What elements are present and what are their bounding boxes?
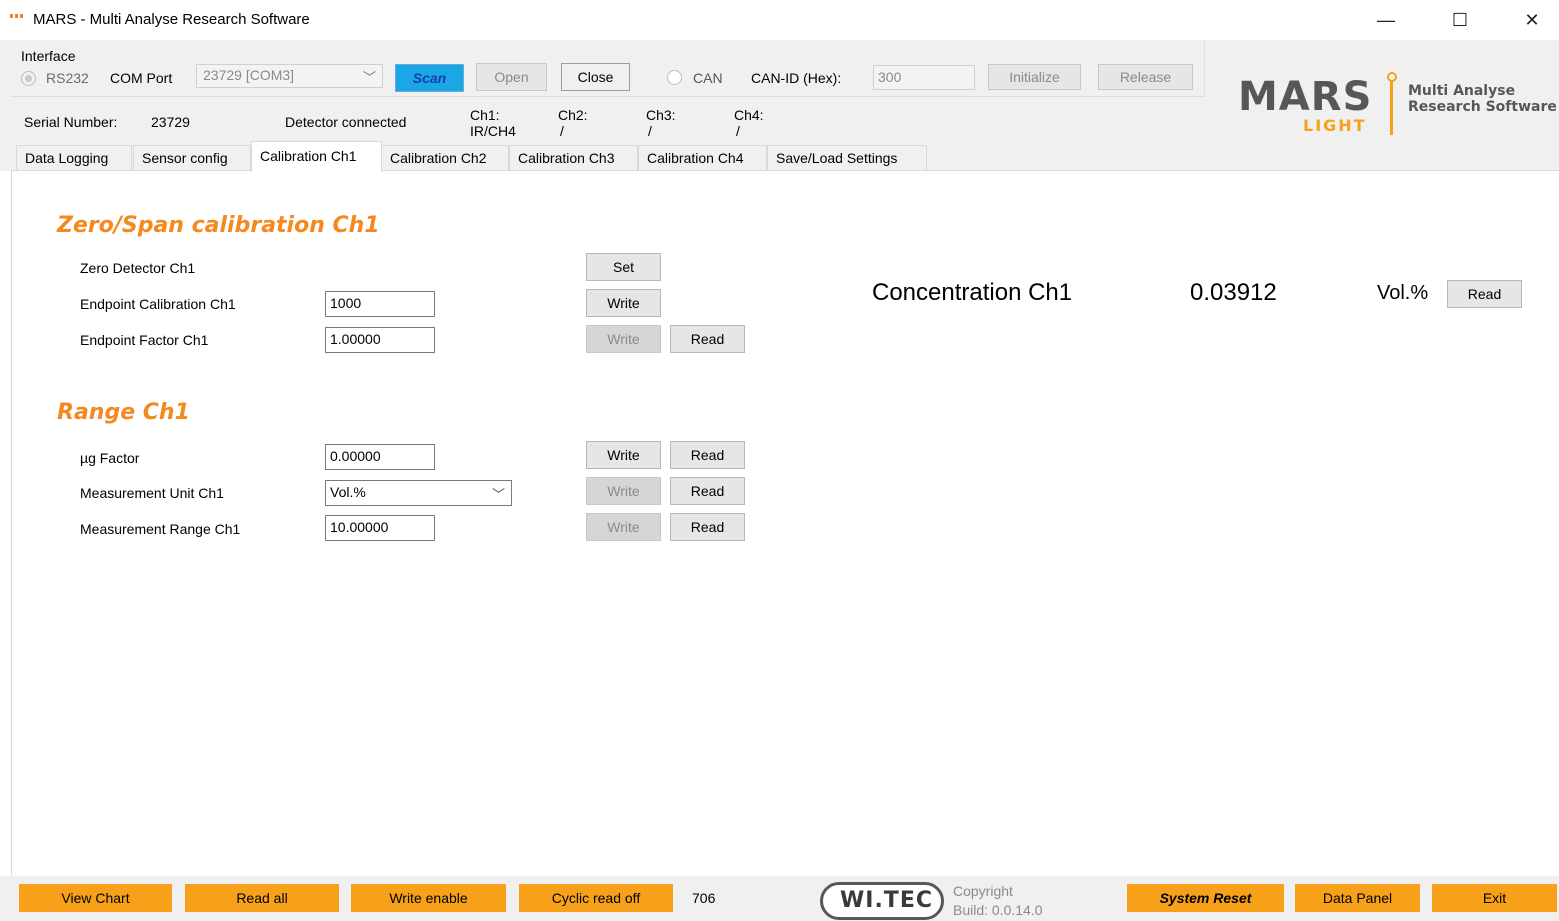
minimize-icon[interactable]: —: [1363, 0, 1409, 40]
endpoint-calibration-write-button[interactable]: Write: [586, 289, 661, 317]
com-port-label: COM Port: [110, 70, 173, 86]
tab-calibration-ch3[interactable]: Calibration Ch3: [509, 145, 638, 171]
zero-detector-label: Zero Detector Ch1: [80, 260, 196, 276]
logo-pin-icon: [1387, 72, 1397, 136]
tab-data-logging[interactable]: Data Logging: [16, 145, 132, 171]
ch3-value: /: [648, 123, 652, 139]
initialize-button[interactable]: Initialize: [988, 64, 1081, 90]
range-title: Range Ch1: [57, 400, 190, 425]
system-reset-button[interactable]: System Reset: [1127, 884, 1284, 912]
ug-factor-label: µg Factor: [80, 450, 140, 466]
logo-mars-text: MARS: [1238, 74, 1373, 120]
ch3-label: Ch3:: [646, 107, 676, 123]
view-chart-button[interactable]: View Chart: [19, 884, 172, 912]
measurement-range-read-button[interactable]: Read: [670, 513, 745, 541]
tab-save-load-settings[interactable]: Save/Load Settings: [767, 145, 927, 171]
zero-set-button[interactable]: Set: [586, 253, 661, 281]
concentration-label: Concentration Ch1: [872, 279, 1073, 306]
concentration-unit: Vol.%: [1377, 282, 1429, 304]
ch4-label: Ch4:: [734, 107, 764, 123]
title-bar: MARS - Multi Analyse Research Software —…: [0, 0, 1559, 40]
measurement-unit-value: Vol.%: [330, 484, 366, 500]
measurement-range-write-button[interactable]: Write: [586, 513, 661, 541]
exit-button[interactable]: Exit: [1432, 884, 1557, 912]
app-icon: [10, 14, 24, 22]
close-window-icon[interactable]: ✕: [1509, 0, 1555, 40]
write-enable-button[interactable]: Write enable: [351, 884, 506, 912]
chevron-down-icon: ﹀: [491, 487, 505, 502]
release-button[interactable]: Release: [1098, 64, 1193, 90]
can-label: CAN: [693, 70, 723, 86]
read-counter: 706: [692, 890, 716, 906]
measurement-unit-read-button[interactable]: Read: [670, 477, 745, 505]
serial-number-label: Serial Number:: [24, 114, 118, 130]
can-radio[interactable]: [667, 70, 682, 85]
scan-button[interactable]: Scan: [395, 64, 464, 92]
interface-group-label: Interface: [21, 48, 76, 64]
endpoint-factor-write-button[interactable]: Write: [586, 325, 661, 353]
endpoint-calibration-field[interactable]: 1000: [325, 291, 435, 317]
endpoint-factor-label: Endpoint Factor Ch1: [80, 332, 209, 348]
logo-light-text: LIGHT: [1303, 116, 1367, 135]
com-port-value: 23729 [COM3]: [203, 67, 295, 83]
witec-logo: WI.TEC: [820, 882, 944, 920]
ch2-label: Ch2:: [558, 107, 588, 123]
maximize-icon[interactable]: ☐: [1437, 0, 1483, 40]
concentration-read-button[interactable]: Read: [1447, 280, 1522, 308]
tab-calibration-ch1[interactable]: Calibration Ch1: [251, 141, 382, 172]
window-title: MARS - Multi Analyse Research Software: [33, 11, 310, 28]
can-id-field[interactable]: 300: [873, 65, 975, 90]
witec-logo-text: WI.TEC: [840, 888, 933, 913]
zero-span-title: Zero/Span calibration Ch1: [57, 213, 380, 238]
copyright-label: Copyright: [953, 883, 1013, 899]
measurement-range-field[interactable]: 10.00000: [325, 515, 435, 541]
measurement-range-label: Measurement Range Ch1: [80, 521, 241, 537]
close-button[interactable]: Close: [561, 63, 630, 91]
concentration-value: 0.03912: [1190, 279, 1277, 306]
rs232-radio[interactable]: [21, 71, 36, 86]
detector-status: Detector connected: [285, 114, 407, 130]
ug-factor-field[interactable]: 0.00000: [325, 444, 435, 470]
serial-number-value: 23729: [151, 114, 190, 130]
ch1-value: IR/CH4: [470, 123, 516, 139]
read-all-button[interactable]: Read all: [185, 884, 339, 912]
logo-line2: Research Software: [1408, 99, 1557, 115]
build-label: Build: 0.0.14.0: [953, 902, 1043, 918]
endpoint-calibration-label: Endpoint Calibration Ch1: [80, 296, 236, 312]
open-button[interactable]: Open: [476, 63, 547, 91]
measurement-unit-select[interactable]: Vol.% ﹀: [325, 480, 512, 506]
ch1-label: Ch1:: [470, 107, 500, 123]
tab-calibration-ch4[interactable]: Calibration Ch4: [638, 145, 767, 171]
calibration-ch1-panel: [11, 170, 1559, 876]
data-panel-button[interactable]: Data Panel: [1295, 884, 1420, 912]
ch2-value: /: [560, 123, 564, 139]
ch4-value: /: [736, 123, 740, 139]
tab-calibration-ch2[interactable]: Calibration Ch2: [381, 145, 509, 171]
chevron-down-icon: ﹀: [362, 70, 376, 85]
rs232-label: RS232: [46, 70, 89, 86]
measurement-unit-label: Measurement Unit Ch1: [80, 485, 224, 501]
cyclic-read-button[interactable]: Cyclic read off: [519, 884, 673, 912]
can-id-label: CAN-ID (Hex):: [751, 70, 842, 86]
ug-factor-read-button[interactable]: Read: [670, 441, 745, 469]
com-port-select[interactable]: 23729 [COM3] ﹀: [196, 64, 383, 88]
tab-sensor-config[interactable]: Sensor config: [133, 145, 251, 171]
endpoint-factor-field[interactable]: 1.00000: [325, 327, 435, 353]
ug-factor-write-button[interactable]: Write: [586, 441, 661, 469]
logo-line1: Multi Analyse: [1408, 83, 1516, 99]
measurement-unit-write-button[interactable]: Write: [586, 477, 661, 505]
endpoint-factor-read-button[interactable]: Read: [670, 325, 745, 353]
